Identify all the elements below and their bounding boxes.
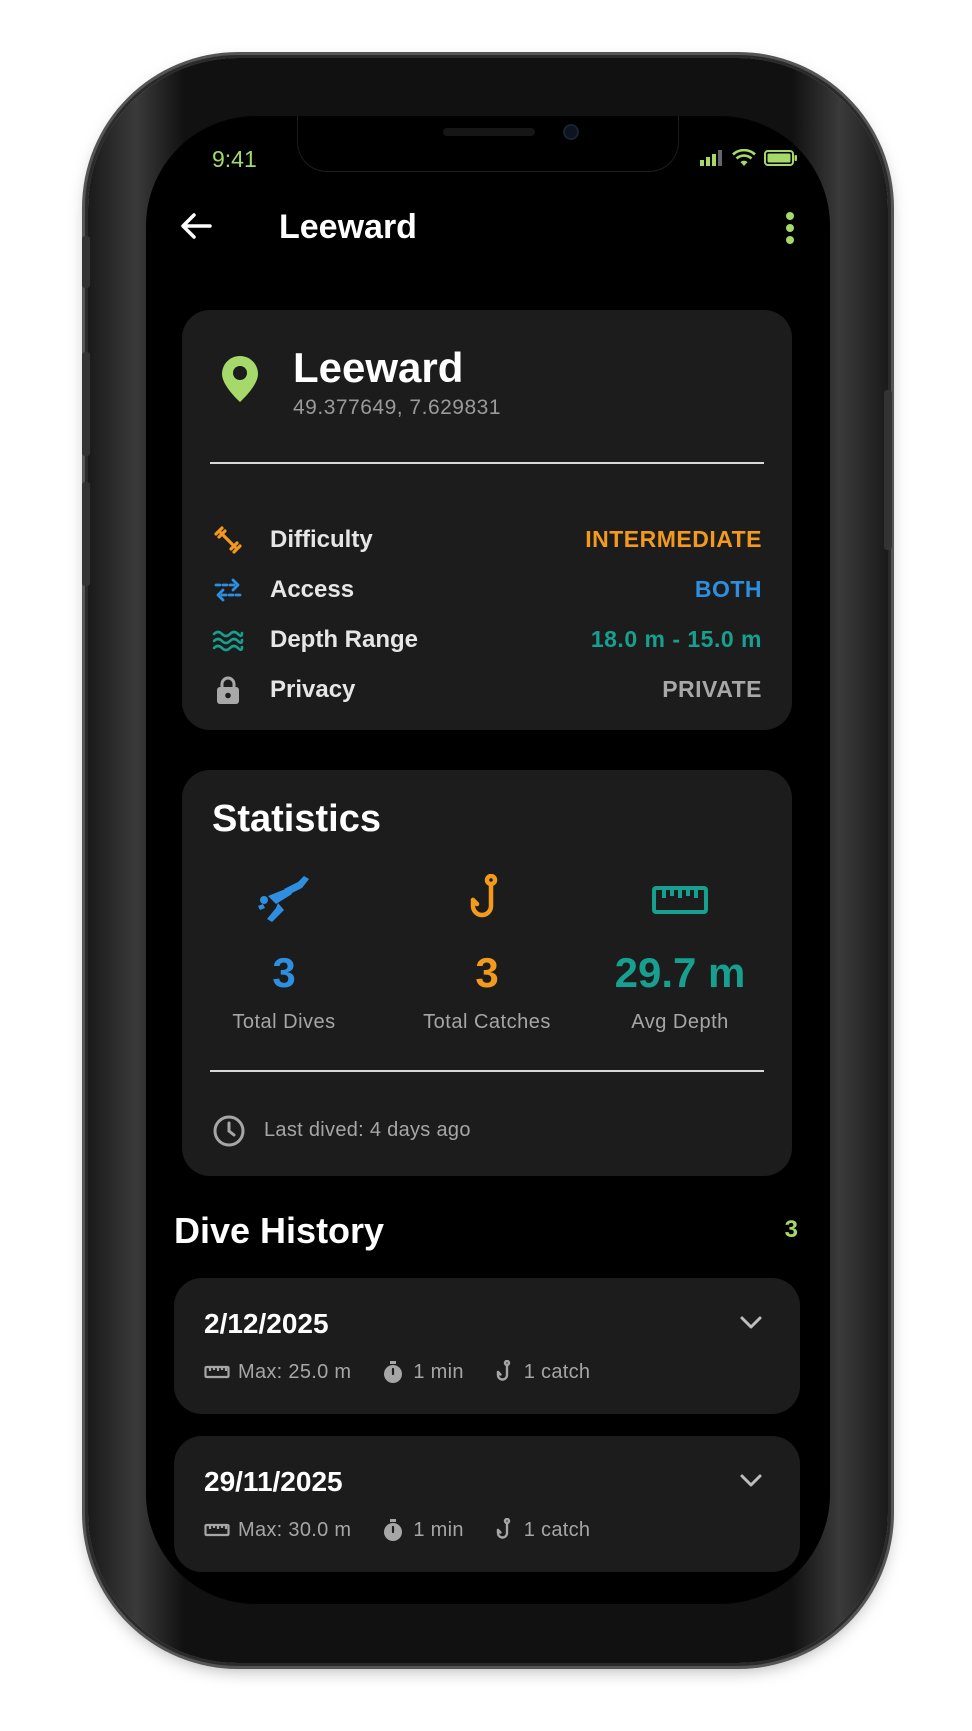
- fish-hook-icon: [496, 1518, 510, 1539]
- detail-row-depth-range: Depth Range 18.0 m - 15.0 m: [212, 620, 762, 660]
- back-arrow-icon[interactable]: [176, 206, 216, 246]
- status-icons: [700, 149, 798, 167]
- privacy-value: PRIVATE: [662, 676, 762, 702]
- ruler-icon: [204, 1523, 230, 1537]
- dive-catches: 1 catch: [523, 1360, 591, 1383]
- total-dives-value: 3: [272, 949, 296, 996]
- detail-label: Depth Range: [270, 626, 419, 653]
- chevron-down-icon[interactable]: [738, 1312, 764, 1332]
- total-catches-label: Total Catches: [423, 1011, 551, 1033]
- phone-volume-down-button: [82, 482, 90, 586]
- dive-history-count: 3: [784, 1216, 798, 1243]
- avg-depth-label: Avg Depth: [631, 1011, 729, 1033]
- dive-history-item[interactable]: 29/11/2025 Max: 30.0 m 1 min 1 catch: [174, 1436, 800, 1572]
- detail-label: Access: [270, 576, 355, 603]
- detail-label: Difficulty: [270, 526, 373, 553]
- access-value: BOTH: [694, 576, 762, 602]
- notch: [297, 116, 679, 172]
- weight-icon: [214, 526, 242, 554]
- fish-hook-icon: [470, 873, 498, 918]
- stat-avg-depth: 29.7 m Avg Depth: [580, 874, 780, 1034]
- dive-date: 29/11/2025: [204, 1466, 343, 1497]
- detail-row-access: Access BOTH: [212, 570, 762, 610]
- divider: [210, 1070, 764, 1072]
- location-card: Leeward 49.377649, 7.629831 Difficulty I…: [182, 310, 792, 730]
- waves-icon: [212, 630, 244, 652]
- avg-depth-value: 29.7 m: [614, 949, 746, 996]
- statistics-title: Statistics: [212, 798, 381, 840]
- clock-icon: [213, 1115, 245, 1147]
- detail-row-difficulty: Difficulty INTERMEDIATE: [212, 520, 762, 560]
- location-coordinates: 49.377649, 7.629831: [293, 396, 502, 419]
- dive-max-depth: Max: 30.0 m: [238, 1518, 352, 1541]
- chevron-down-icon[interactable]: [738, 1470, 764, 1490]
- page-title: Leeward: [279, 208, 417, 246]
- ruler-icon: [652, 886, 708, 914]
- stat-total-catches: 3 Total Catches: [387, 873, 587, 1034]
- total-catches-value: 3: [475, 949, 499, 996]
- app-screen: 9:41 Leeward Leeward 49.377649, 7.629831…: [146, 116, 830, 1604]
- dive-max-depth: Max: 25.0 m: [238, 1360, 352, 1383]
- swap-arrows-icon: [214, 578, 242, 602]
- stopwatch-icon: [384, 1361, 403, 1383]
- last-dived-text: Last dived: 4 days ago: [264, 1119, 471, 1141]
- lock-icon: [217, 676, 239, 704]
- dive-meta: Max: 30.0 m 1 min 1 catch: [204, 1518, 620, 1542]
- wifi-icon: [732, 149, 756, 166]
- camera: [563, 124, 579, 140]
- diver-icon: [258, 876, 309, 922]
- dive-date: 2/12/2025: [204, 1308, 329, 1339]
- detail-row-privacy: Privacy PRIVATE: [212, 670, 762, 710]
- phone-volume-up-button: [82, 352, 90, 456]
- fish-hook-icon: [496, 1360, 510, 1381]
- battery-icon: [764, 150, 797, 166]
- dive-history-item[interactable]: 2/12/2025 Max: 25.0 m 1 min 1 catch: [174, 1278, 800, 1414]
- stopwatch-icon: [384, 1519, 403, 1541]
- ruler-icon: [204, 1365, 230, 1379]
- difficulty-value: INTERMEDIATE: [585, 526, 762, 552]
- dive-meta: Max: 25.0 m 1 min 1 catch: [204, 1360, 620, 1384]
- dive-history-title: Dive History: [174, 1210, 385, 1251]
- total-dives-label: Total Dives: [232, 1011, 336, 1033]
- dive-catches: 1 catch: [523, 1518, 591, 1541]
- cellular-signal-icon: [700, 150, 722, 166]
- location-pin-icon: [222, 356, 258, 402]
- statistics-card: Statistics 3 Total Dives 3 Total Catches…: [182, 770, 792, 1176]
- phone-power-button: [884, 390, 892, 550]
- location-name: Leeward: [293, 344, 464, 391]
- speaker: [443, 128, 535, 136]
- status-time: 9:41: [212, 146, 257, 172]
- detail-label: Privacy: [270, 676, 356, 703]
- stat-total-dives: 3 Total Dives: [184, 874, 384, 1034]
- depth-range-value: 18.0 m - 15.0 m: [590, 626, 762, 652]
- dive-duration: 1 min: [413, 1518, 464, 1541]
- phone-side-button: [82, 236, 90, 288]
- dive-duration: 1 min: [413, 1360, 464, 1383]
- divider: [210, 462, 764, 464]
- more-options-icon[interactable]: [784, 212, 796, 246]
